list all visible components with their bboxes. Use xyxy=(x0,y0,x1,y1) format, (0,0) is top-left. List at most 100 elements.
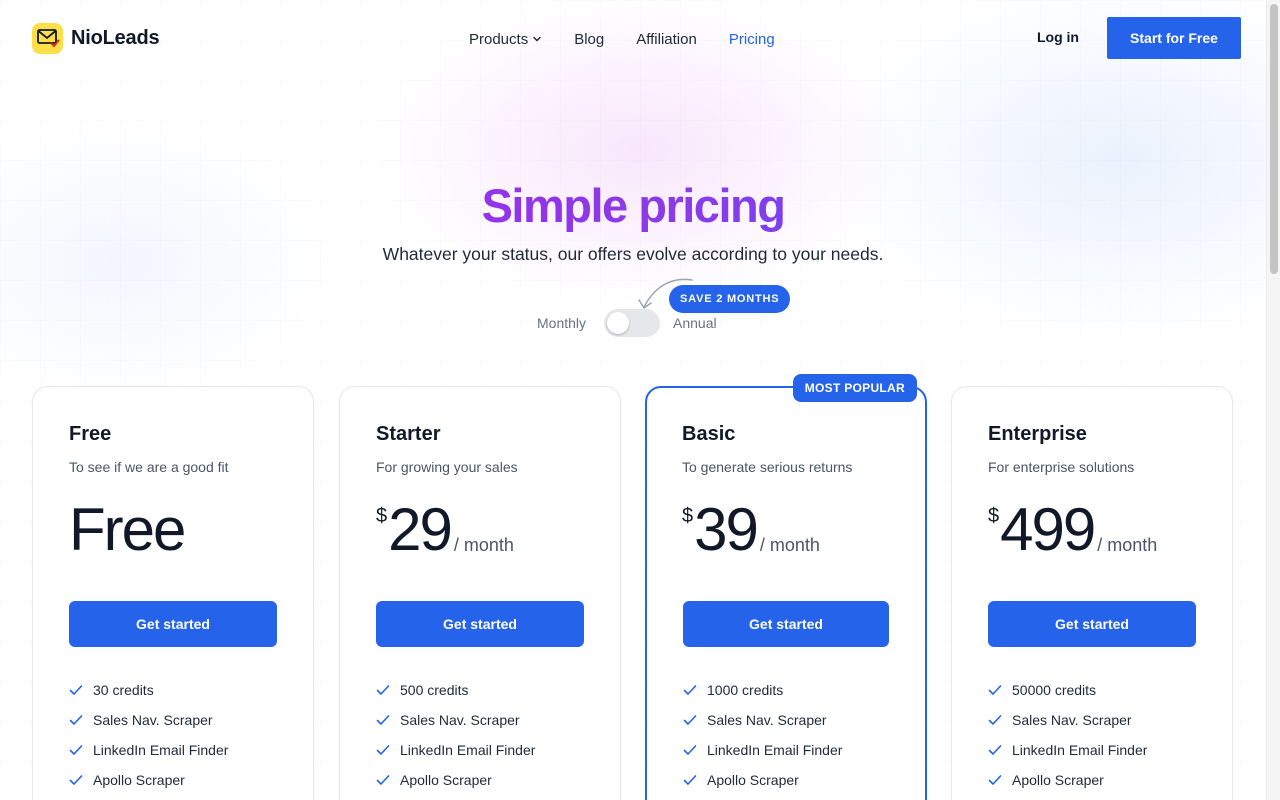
plan-price: Free xyxy=(69,495,186,565)
feature-label: LinkedIn Email Finder xyxy=(1012,742,1148,758)
site-header: NioLeads Products Blog Affiliation Prici… xyxy=(0,0,1266,76)
billing-period-toggle[interactable] xyxy=(604,309,660,337)
plan-name: Enterprise xyxy=(988,423,1087,445)
feature-item: Apollo Scraper xyxy=(69,765,228,795)
page-subtitle: Whatever your status, our offers evolve … xyxy=(382,244,884,264)
price-amount: 499 xyxy=(1000,496,1096,563)
feature-label: LinkedIn Email Finder xyxy=(400,742,536,758)
price-amount: 29 xyxy=(388,496,453,563)
check-icon xyxy=(69,775,83,785)
feature-item: Apollo Scraper xyxy=(988,765,1147,795)
plan-card-enterprise: Enterprise For enterprise solutions $ 49… xyxy=(951,386,1233,800)
feature-list: 500 credits Sales Nav. Scraper LinkedIn … xyxy=(376,675,535,795)
check-icon xyxy=(376,715,390,725)
plan-card-free: Free To see if we are a good fit Free Ge… xyxy=(32,386,314,800)
brand-logo[interactable]: NioLeads xyxy=(32,22,160,54)
check-icon xyxy=(988,715,1002,725)
plan-description: For enterprise solutions xyxy=(988,459,1135,475)
feature-label: Sales Nav. Scraper xyxy=(93,712,213,728)
feature-item: Apollo Scraper xyxy=(376,765,535,795)
price-period: / month xyxy=(1097,535,1158,555)
feature-item: Sales Nav. Scraper xyxy=(683,705,842,735)
check-icon xyxy=(69,715,83,725)
feature-label: Apollo Scraper xyxy=(400,772,492,788)
billing-monthly-label[interactable]: Monthly xyxy=(537,315,586,331)
feature-item: Sales Nav. Scraper xyxy=(376,705,535,735)
billing-toggle-row: Monthly Annual xyxy=(0,308,1266,338)
check-icon xyxy=(988,685,1002,695)
feature-list: 1000 credits Sales Nav. Scraper LinkedIn… xyxy=(683,675,842,795)
get-started-button-starter[interactable]: Get started xyxy=(376,601,584,647)
check-icon xyxy=(683,685,697,695)
price-amount: 39 xyxy=(694,496,759,563)
feature-item: Sales Nav. Scraper xyxy=(69,705,228,735)
page-title: Simple pricing xyxy=(0,178,1266,233)
nav-item-blog[interactable]: Blog xyxy=(574,31,604,48)
check-icon xyxy=(69,745,83,755)
login-link[interactable]: Log in xyxy=(1037,29,1079,45)
feature-label: Apollo Scraper xyxy=(707,772,799,788)
feature-label: LinkedIn Email Finder xyxy=(93,742,229,758)
feature-item: 50000 credits xyxy=(988,675,1147,705)
feature-label: 30 credits xyxy=(93,682,154,698)
plan-name: Starter xyxy=(376,423,441,445)
feature-label: Apollo Scraper xyxy=(93,772,185,788)
feature-label: LinkedIn Email Finder xyxy=(707,742,843,758)
plan-price: $ 29 / month xyxy=(376,495,514,565)
plan-description: To see if we are a good fit xyxy=(69,459,229,475)
feature-item: Sales Nav. Scraper xyxy=(988,705,1147,735)
plan-price: $ 499 / month xyxy=(988,495,1157,565)
get-started-button-basic[interactable]: Get started xyxy=(683,601,889,647)
billing-annual-label[interactable]: Annual xyxy=(673,315,717,331)
nav-label: Products xyxy=(469,30,529,48)
feature-label: 1000 credits xyxy=(707,682,784,698)
check-icon xyxy=(683,715,697,725)
nav-item-pricing[interactable]: Pricing xyxy=(729,31,775,48)
nav-item-products[interactable]: Products xyxy=(469,31,542,48)
check-icon xyxy=(69,685,83,695)
price-currency: $ xyxy=(988,505,1000,527)
feature-list: 30 credits Sales Nav. Scraper LinkedIn E… xyxy=(69,675,228,795)
check-icon xyxy=(683,775,697,785)
feature-item: LinkedIn Email Finder xyxy=(69,735,228,765)
feature-label: Sales Nav. Scraper xyxy=(400,712,520,728)
check-icon xyxy=(683,745,697,755)
feature-item: 500 credits xyxy=(376,675,535,705)
chevron-down-icon xyxy=(533,36,541,42)
feature-list: 50000 credits Sales Nav. Scraper LinkedI… xyxy=(988,675,1147,795)
feature-label: Apollo Scraper xyxy=(1012,772,1104,788)
toggle-knob xyxy=(607,312,629,334)
price-period: / month xyxy=(759,535,820,555)
check-icon xyxy=(988,775,1002,785)
brand-name: NioLeads xyxy=(71,26,160,49)
price-currency: $ xyxy=(682,505,694,527)
page-scrollbar[interactable] xyxy=(1266,0,1280,800)
nav-item-affiliation[interactable]: Affiliation xyxy=(636,31,697,48)
feature-item: 30 credits xyxy=(69,675,228,705)
price-currency: $ xyxy=(376,505,388,527)
feature-label: 500 credits xyxy=(400,682,469,698)
start-for-free-button[interactable]: Start for Free xyxy=(1107,17,1241,59)
get-started-button-enterprise[interactable]: Get started xyxy=(988,601,1196,647)
most-popular-badge: MOST POPULAR xyxy=(792,374,917,402)
feature-item: Apollo Scraper xyxy=(683,765,842,795)
feature-label: Sales Nav. Scraper xyxy=(707,712,827,728)
scrollbar-thumb[interactable] xyxy=(1270,4,1278,274)
price-period: / month xyxy=(453,535,514,555)
plan-description: For growing your sales xyxy=(376,459,518,475)
price-free-text: Free xyxy=(69,496,186,563)
feature-item: 1000 credits xyxy=(683,675,842,705)
get-started-button-free[interactable]: Get started xyxy=(69,601,277,647)
plan-price: $ 39 / month xyxy=(682,495,820,565)
check-icon xyxy=(376,745,390,755)
plan-card-starter: Starter For growing your sales $ 29 / mo… xyxy=(339,386,621,800)
check-icon xyxy=(376,685,390,695)
plan-name: Free xyxy=(69,423,112,445)
envelope-check-icon xyxy=(32,22,63,54)
feature-item: LinkedIn Email Finder xyxy=(683,735,842,765)
check-icon xyxy=(988,745,1002,755)
feature-item: LinkedIn Email Finder xyxy=(988,735,1147,765)
feature-item: LinkedIn Email Finder xyxy=(376,735,535,765)
feature-label: Sales Nav. Scraper xyxy=(1012,712,1132,728)
check-icon xyxy=(376,775,390,785)
